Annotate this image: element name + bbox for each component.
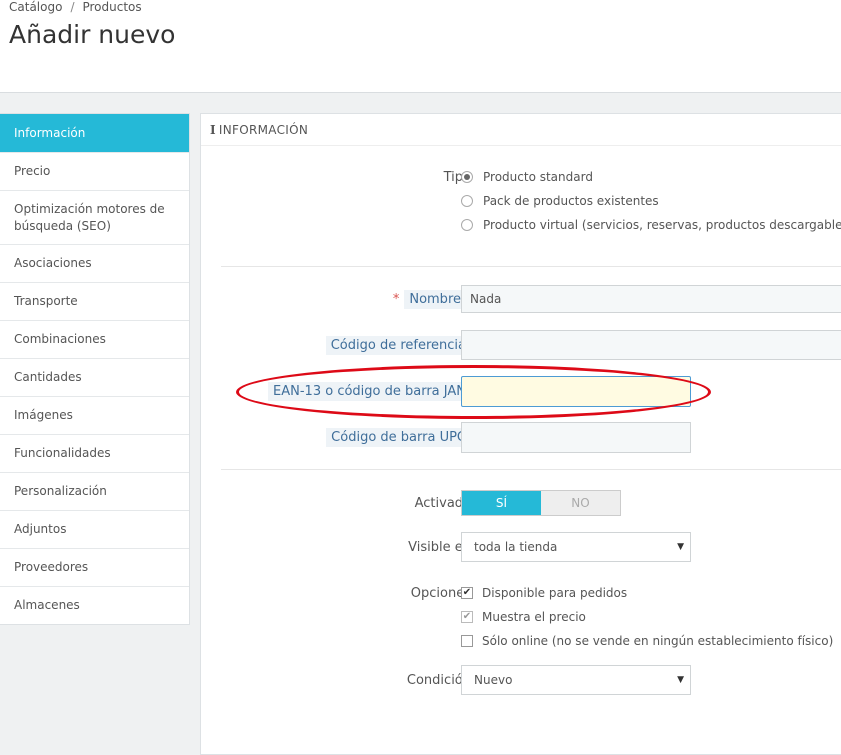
page-header: Catálogo / Productos Añadir nuevo: [0, 0, 841, 93]
radio-standard-label: Producto standard: [483, 170, 593, 184]
option-precio-label: Muestra el precio: [482, 610, 586, 624]
radio-standard[interactable]: Producto standard: [461, 170, 593, 184]
referencia-input[interactable]: [461, 330, 841, 360]
upc-input[interactable]: [461, 422, 691, 453]
nombre-label-text: Nombre: [404, 290, 466, 309]
breadcrumb-products[interactable]: Productos: [82, 0, 141, 14]
tab-funcionalidades[interactable]: Funcionalidades: [0, 435, 189, 473]
tab-precio[interactable]: Precio: [0, 153, 189, 191]
tab-cantidades[interactable]: Cantidades: [0, 359, 189, 397]
breadcrumb-catalog[interactable]: Catálogo: [9, 0, 62, 14]
tab-informacion[interactable]: Información: [0, 114, 189, 153]
breadcrumb: Catálogo / Productos: [9, 0, 142, 14]
option-online[interactable]: Sólo online (no se vende en ningún estab…: [461, 634, 833, 648]
checkbox-icon[interactable]: [461, 635, 473, 647]
ean13-input[interactable]: [461, 376, 691, 407]
required-mark: *: [392, 292, 400, 307]
visible-select[interactable]: toda la tienda ▼: [461, 532, 691, 562]
info-icon: i: [210, 122, 216, 137]
panel-title: Información: [218, 122, 309, 137]
page-title: Añadir nuevo: [9, 20, 176, 49]
activado-toggle[interactable]: SÍ NO: [461, 490, 621, 516]
caret-down-icon: ▼: [677, 542, 684, 552]
product-tabs: Información Precio Optimización motores …: [0, 113, 190, 625]
upc-label: Código de barra UPC: [326, 428, 471, 447]
information-panel: i Información Tipo Producto standard Pac…: [200, 113, 841, 755]
divider: [221, 266, 841, 267]
tab-almacenes[interactable]: Almacenes: [0, 587, 189, 624]
toggle-no[interactable]: NO: [541, 491, 620, 515]
option-disponible-label: Disponible para pedidos: [482, 586, 628, 600]
tab-transporte[interactable]: Transporte: [0, 283, 189, 321]
radio-icon[interactable]: [461, 219, 473, 231]
nombre-input[interactable]: Nada: [461, 285, 841, 313]
referencia-label: Código de referencia: [325, 336, 471, 355]
radio-virtual-label: Producto virtual (servicios, reservas, p…: [483, 218, 841, 232]
tab-asociaciones[interactable]: Asociaciones: [0, 245, 189, 283]
caret-down-icon: ▼: [677, 675, 684, 685]
radio-pack-label: Pack de productos existentes: [483, 194, 659, 208]
radio-pack[interactable]: Pack de productos existentes: [461, 194, 659, 208]
condicion-select-value: Nuevo: [474, 673, 513, 687]
visible-select-value: toda la tienda: [474, 540, 558, 554]
condicion-select[interactable]: Nuevo ▼: [461, 665, 691, 695]
radio-icon[interactable]: [461, 171, 473, 183]
tab-seo[interactable]: Optimización motores de búsqueda (SEO): [0, 191, 189, 245]
nombre-label: * Nombre: [388, 290, 471, 309]
panel-heading: i Información: [201, 114, 841, 146]
tab-personalizacion[interactable]: Personalización: [0, 473, 189, 511]
option-precio[interactable]: ✔ Muestra el precio: [461, 610, 586, 624]
ean13-label: EAN-13 o código de barra JAN: [268, 382, 471, 401]
radio-virtual[interactable]: Producto virtual (servicios, reservas, p…: [461, 218, 841, 232]
option-online-label: Sólo online (no se vende en ningún estab…: [482, 634, 834, 648]
tab-proveedores[interactable]: Proveedores: [0, 549, 189, 587]
toggle-yes[interactable]: SÍ: [462, 491, 541, 515]
checkbox-checked-icon[interactable]: ✔: [461, 611, 473, 623]
radio-icon[interactable]: [461, 195, 473, 207]
checkbox-checked-icon[interactable]: ✔: [461, 587, 473, 599]
option-disponible[interactable]: ✔ Disponible para pedidos: [461, 586, 627, 600]
divider: [221, 469, 841, 470]
tab-imagenes[interactable]: Imágenes: [0, 397, 189, 435]
tab-adjuntos[interactable]: Adjuntos: [0, 511, 189, 549]
breadcrumb-separator: /: [70, 0, 75, 14]
tab-combinaciones[interactable]: Combinaciones: [0, 321, 189, 359]
